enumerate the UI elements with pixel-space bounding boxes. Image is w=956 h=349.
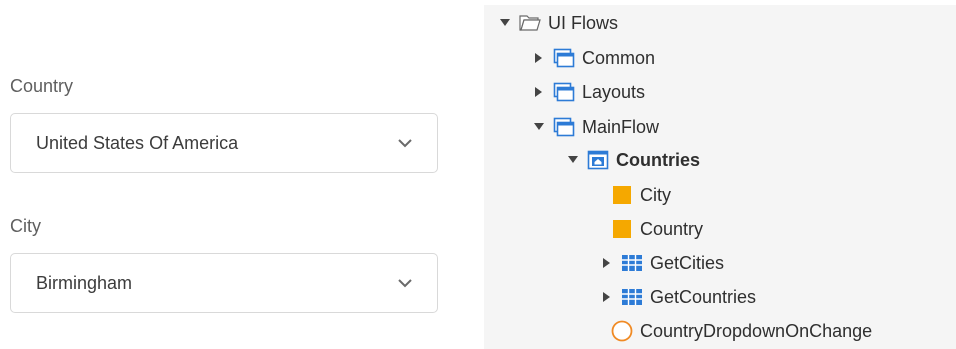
city-dropdown[interactable]: Birmingham [10,253,438,313]
tree-item-ui-flows[interactable]: UI Flows [496,8,618,38]
tree-item-label: Layouts [582,82,646,102]
country-dropdown-value: United States Of America [36,132,239,153]
tree-item-label: CountryDropdownOnChange [640,321,873,341]
caret-right-icon[interactable] [598,282,616,312]
chevron-down-icon [385,138,425,148]
tree-item-getcountries[interactable]: GetCountries [598,282,756,312]
caret-right-icon[interactable] [530,43,548,73]
tree-item-label: GetCities [650,253,725,273]
country-dropdown[interactable]: United States Of America [10,113,438,173]
caret-right-icon[interactable] [598,248,616,278]
country-label: Country [10,76,74,96]
screen-home-icon [586,148,610,172]
tree-item-city-variable[interactable]: City [606,180,671,210]
caret-right-icon[interactable] [530,77,548,107]
tree-item-label: UI Flows [548,13,619,33]
tree-item-label: GetCountries [650,287,757,307]
caret-down-icon[interactable] [496,8,514,38]
tree-item-getcities[interactable]: GetCities [598,248,724,278]
ui-flow-icon [552,80,576,104]
tree-item-label: MainFlow [582,117,660,137]
city-label: City [10,216,41,236]
client-action-icon [610,319,634,343]
local-variable-icon [610,217,634,241]
caret-down-icon[interactable] [564,145,582,175]
tree-item-label: Country [640,219,704,239]
tree-item-label: City [640,185,671,205]
tree-item-countries-screen[interactable]: Countries [564,145,700,175]
aggregate-icon [620,251,644,275]
tree-item-country-dropdown-onchange[interactable]: CountryDropdownOnChange [606,316,872,346]
local-variable-icon [610,183,634,207]
chevron-down-icon [385,278,425,288]
city-dropdown-value: Birmingham [36,272,133,293]
tree-item-label: Countries [616,150,701,170]
ui-flow-icon [552,46,576,70]
tree-item-country-variable[interactable]: Country [606,214,703,244]
tree-item-layouts[interactable]: Layouts [530,77,645,107]
tree-item-common[interactable]: Common [530,43,655,73]
folder-open-icon [518,11,542,35]
caret-down-icon[interactable] [530,112,548,142]
ui-flow-icon [552,115,576,139]
tree-item-mainflow[interactable]: MainFlow [530,112,659,142]
aggregate-icon [620,285,644,309]
form-panel: Country United States Of America City Bi… [0,0,470,349]
ui-flows-tree: UI Flows Common Layouts MainFlow Countri… [484,5,956,349]
tree-item-label: Common [582,48,656,68]
